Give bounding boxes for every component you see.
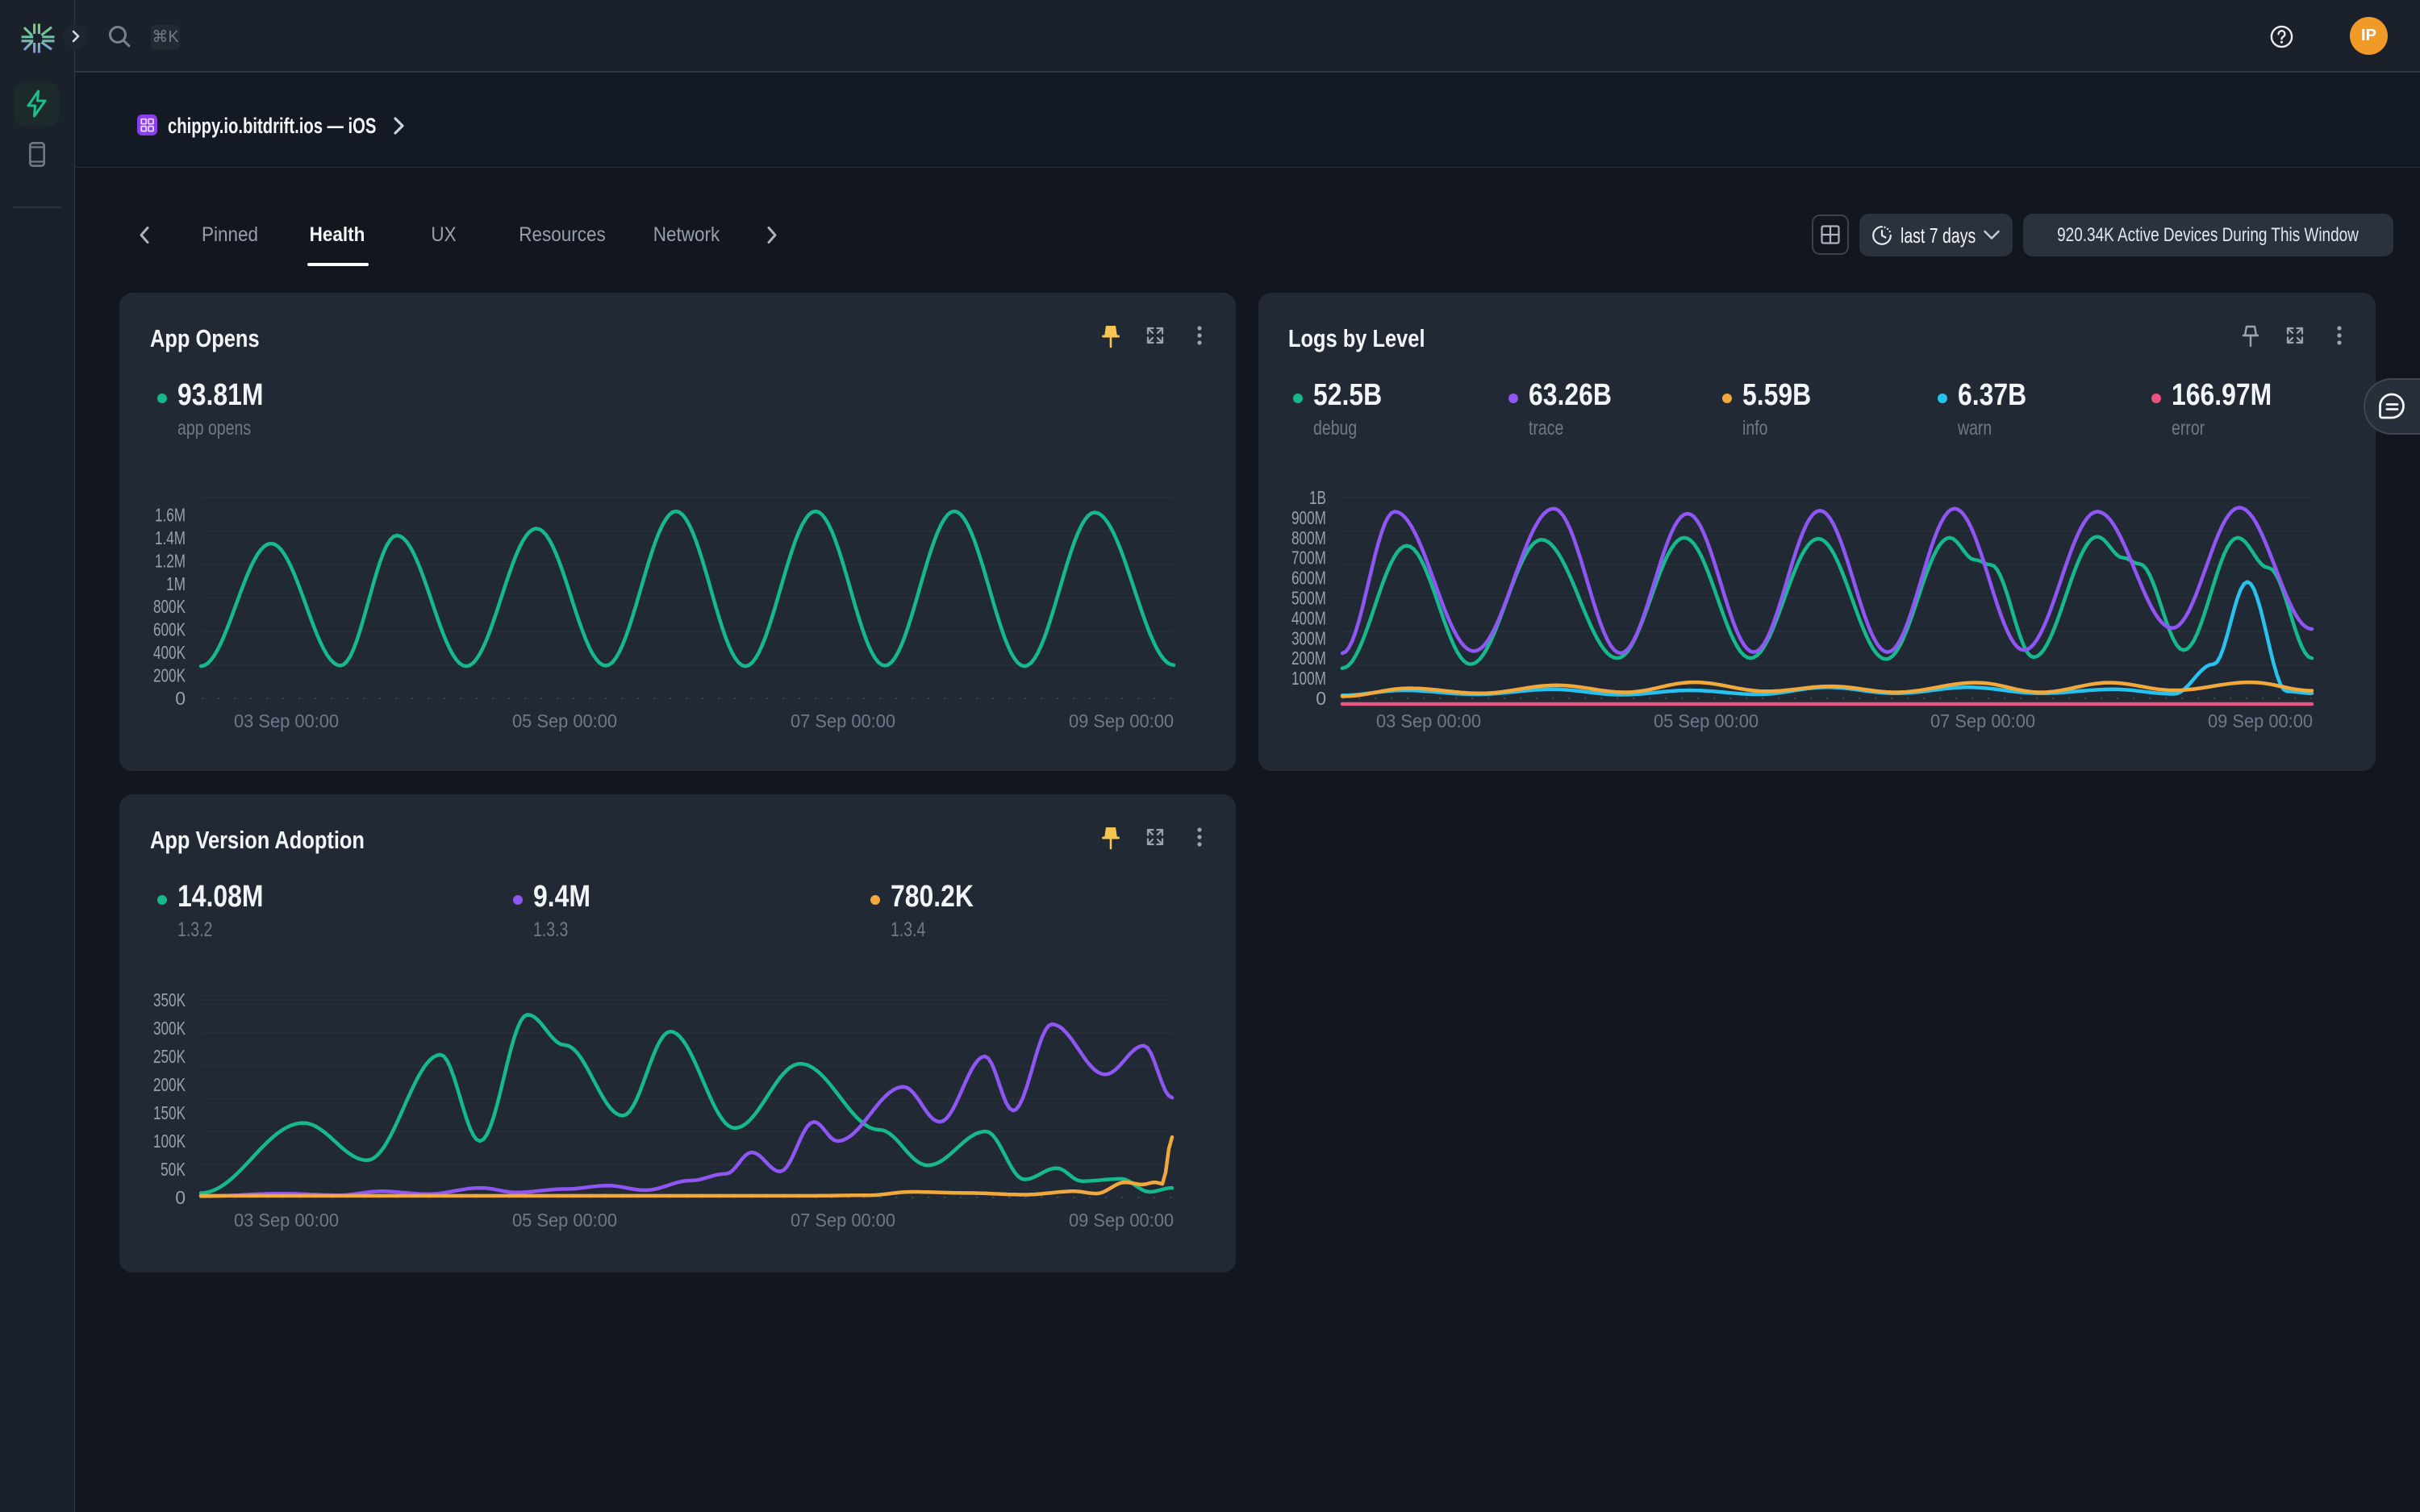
svg-text:09 Sep 00:00: 09 Sep 00:00	[1069, 710, 1174, 731]
svg-text:200M: 200M	[1291, 648, 1326, 669]
svg-text:900M: 900M	[1291, 507, 1326, 528]
svg-text:400M: 400M	[1291, 607, 1326, 628]
svg-text:1B: 1B	[1309, 487, 1326, 508]
svg-text:0: 0	[175, 688, 186, 709]
svg-text:1M: 1M	[166, 573, 186, 594]
svg-text:800M: 800M	[1291, 527, 1326, 548]
svg-text:0: 0	[1316, 688, 1326, 709]
svg-text:05 Sep 00:00: 05 Sep 00:00	[512, 1210, 617, 1231]
svg-text:1.4M: 1.4M	[155, 527, 186, 548]
svg-text:400K: 400K	[153, 642, 186, 663]
svg-text:07 Sep 00:00: 07 Sep 00:00	[791, 1210, 895, 1231]
svg-text:05 Sep 00:00: 05 Sep 00:00	[512, 710, 617, 731]
svg-text:800K: 800K	[153, 596, 186, 617]
svg-text:1.6M: 1.6M	[155, 504, 186, 525]
svg-text:09 Sep 00:00: 09 Sep 00:00	[1069, 1210, 1174, 1231]
svg-text:200K: 200K	[153, 1074, 186, 1095]
svg-text:03 Sep 00:00: 03 Sep 00:00	[1376, 710, 1481, 731]
svg-text:0: 0	[175, 1187, 186, 1208]
svg-text:600K: 600K	[153, 619, 186, 640]
svg-text:300K: 300K	[153, 1018, 186, 1039]
svg-text:03 Sep 00:00: 03 Sep 00:00	[234, 710, 339, 731]
svg-text:150K: 150K	[153, 1102, 186, 1123]
svg-text:03 Sep 00:00: 03 Sep 00:00	[234, 1210, 339, 1231]
svg-text:300M: 300M	[1291, 627, 1326, 648]
svg-text:07 Sep 00:00: 07 Sep 00:00	[791, 710, 895, 731]
svg-text:600M: 600M	[1291, 568, 1326, 589]
svg-text:500M: 500M	[1291, 588, 1326, 609]
svg-text:250K: 250K	[153, 1046, 186, 1067]
svg-text:350K: 350K	[153, 989, 186, 1010]
svg-text:50K: 50K	[161, 1159, 186, 1180]
svg-text:100M: 100M	[1291, 668, 1326, 689]
svg-text:100K: 100K	[153, 1131, 186, 1152]
svg-text:09 Sep 00:00: 09 Sep 00:00	[2208, 710, 2313, 731]
svg-text:200K: 200K	[153, 665, 186, 686]
svg-text:07 Sep 00:00: 07 Sep 00:00	[1930, 710, 2035, 731]
svg-text:700M: 700M	[1291, 548, 1326, 569]
svg-text:05 Sep 00:00: 05 Sep 00:00	[1654, 710, 1759, 731]
svg-text:1.2M: 1.2M	[155, 550, 186, 571]
